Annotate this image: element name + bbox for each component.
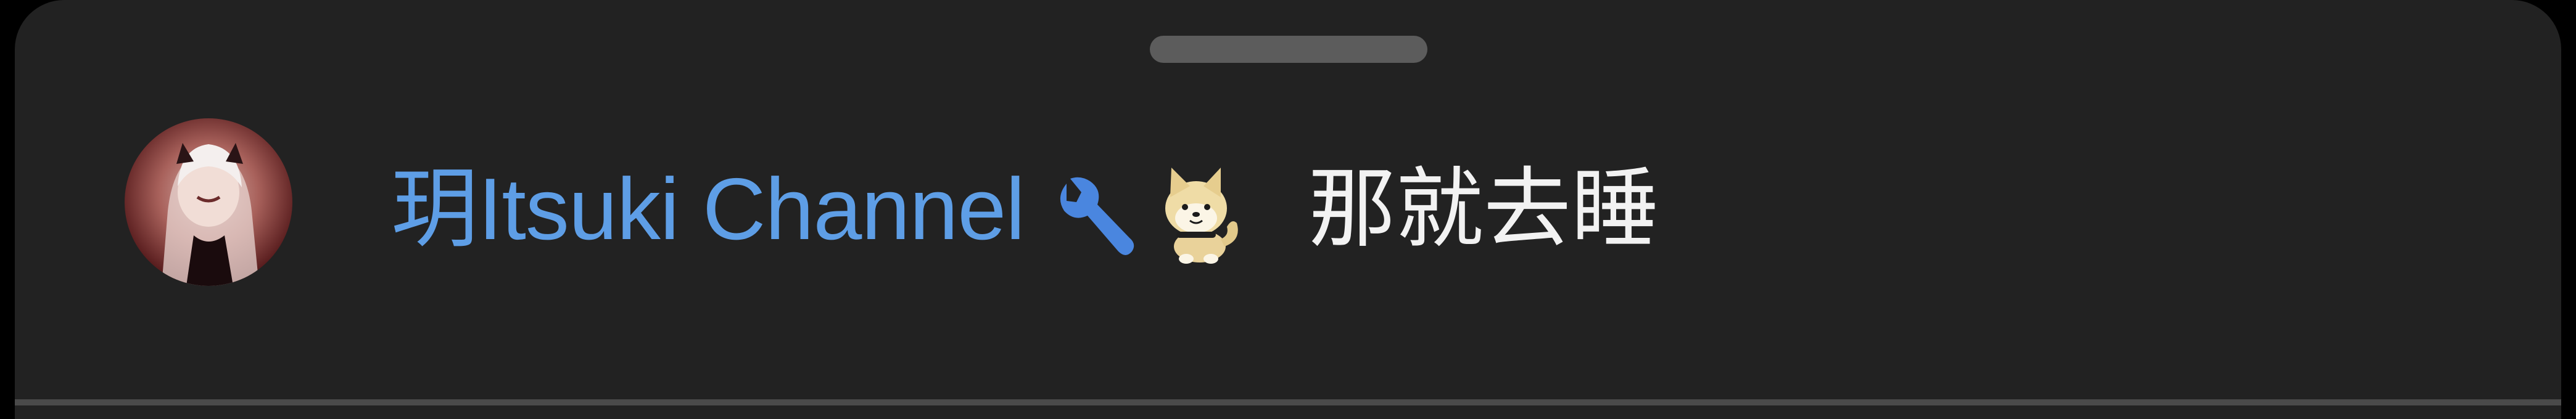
shiba-dog-emoji [1152, 154, 1244, 265]
wrench-icon [1049, 154, 1136, 265]
avatar[interactable] [125, 118, 292, 286]
comment-text: 那就去睡 [1308, 160, 1659, 258]
drag-handle[interactable] [1150, 36, 1427, 63]
avatar-image [162, 143, 259, 286]
author-name[interactable]: 玥Itsuki Channel [391, 154, 1025, 265]
comment-sheet: 玥Itsuki Channel 那就去睡 [15, 0, 2561, 419]
divider [15, 399, 2561, 405]
comment-row: 玥Itsuki Channel 那就去睡 [391, 154, 1659, 265]
